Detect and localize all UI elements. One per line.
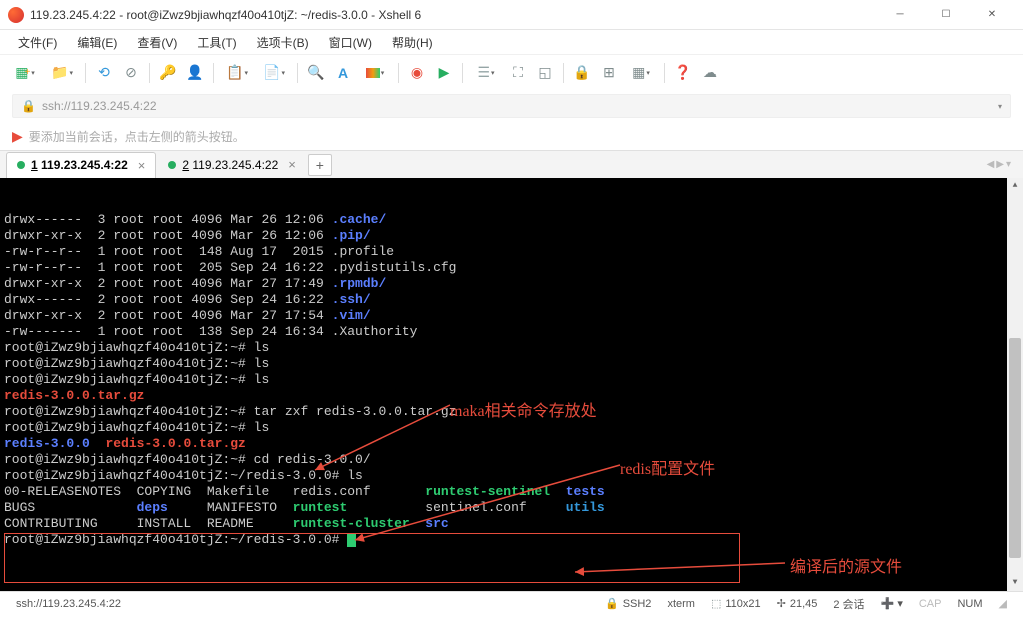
status-address: ssh://119.23.245.4:22 — [8, 598, 129, 610]
status-dot-icon — [17, 161, 25, 169]
terminal-line: drwx------ 3 root root 4096 Mar 26 12:06… — [4, 212, 1019, 228]
tab-2[interactable]: 2 119.23.245.4:22 × — [158, 152, 305, 178]
menu-window[interactable]: 窗口(W) — [321, 32, 380, 53]
terminal-line: -rw------- 1 root root 138 Sep 24 16:34 … — [4, 324, 1019, 340]
hintbar: ▶ 要添加当前会话，点击左侧的箭头按钮。 — [0, 122, 1023, 150]
tab-1[interactable]: 1 119.23.245.4:22 × — [6, 152, 156, 178]
window-title: 119.23.245.4:22 - root@iZwz9bjiawhqzf40o… — [30, 8, 877, 22]
cloud-button[interactable]: ☁ — [698, 61, 722, 85]
terminal-line: drwxr-xr-x 2 root root 4096 Mar 27 17:49… — [4, 276, 1019, 292]
script-button[interactable]: ☰▾ — [469, 61, 503, 85]
menu-tab[interactable]: 选项卡(B) — [249, 32, 317, 53]
open-button[interactable]: 📁▾ — [45, 61, 79, 85]
tab-close-icon[interactable]: × — [288, 157, 296, 172]
menu-view[interactable]: 查看(V) — [129, 32, 185, 53]
layout-button[interactable]: ▦▾ — [624, 61, 658, 85]
addressbar: 🔒 ssh://119.23.245.4:22 ▾ — [0, 90, 1023, 122]
copy-button[interactable]: 📋▾ — [220, 61, 254, 85]
close-button[interactable]: ✕ — [969, 0, 1015, 30]
status-ssh: 🔒SSH2 — [597, 597, 659, 610]
maximize-button[interactable]: ☐ — [923, 0, 969, 30]
tab-prev-icon[interactable]: ◀ — [987, 159, 995, 170]
profile-button[interactable]: 👤 — [183, 61, 207, 85]
terminal-line: root@iZwz9bjiawhqzf40o410tjZ:~# ls — [4, 356, 1019, 372]
terminal-line: root@iZwz9bjiawhqzf40o410tjZ:~# cd redis… — [4, 452, 1019, 468]
address-input[interactable]: 🔒 ssh://119.23.245.4:22 ▾ — [12, 94, 1011, 118]
find-button[interactable]: 🔍 — [304, 61, 328, 85]
tab-menu-icon[interactable]: ▾ — [1006, 159, 1011, 170]
terminal-line: -rw-r--r-- 1 root root 148 Aug 17 2015 .… — [4, 244, 1019, 260]
tile-button[interactable]: ⊞ — [597, 61, 621, 85]
status-dot-icon — [168, 161, 176, 169]
status-sync-icon[interactable]: ➕ ▾ — [873, 597, 911, 610]
flag-icon: ▶ — [12, 128, 23, 145]
statusbar: ssh://119.23.245.4:22 🔒SSH2 xterm ⬚ 110x… — [0, 591, 1023, 615]
cursor — [347, 533, 356, 547]
paste-button[interactable]: 📄▾ — [257, 61, 291, 85]
hint-text: 要添加当前会话，点击左侧的箭头按钮。 — [29, 128, 245, 145]
disconnect-button[interactable]: ⊘ — [119, 61, 143, 85]
scroll-down-icon[interactable]: ▼ — [1007, 575, 1023, 591]
terminal-line: root@iZwz9bjiawhqzf40o410tjZ:~# ls — [4, 372, 1019, 388]
app-icon — [8, 7, 24, 23]
minimize-button[interactable]: ─ — [877, 0, 923, 30]
font-button[interactable]: A — [331, 61, 355, 85]
terminal-line: BUGS deps MANIFESTO runtest sentinel.con… — [4, 500, 1019, 516]
fullscreen-button[interactable]: ⛶ — [506, 61, 530, 85]
tab-label: 2 119.23.245.4:22 — [182, 158, 278, 172]
reconnect-button[interactable]: ⟲ — [92, 61, 116, 85]
terminal-line: CONTRIBUTING INSTALL README runtest-clus… — [4, 516, 1019, 532]
help-button[interactable]: ❓ — [671, 61, 695, 85]
terminal-line: 00-RELEASENOTES COPYING Makefile redis.c… — [4, 484, 1019, 500]
terminal-line: redis-3.0.0 redis-3.0.0.tar.gz — [4, 436, 1019, 452]
lock-button[interactable]: 🔒 — [570, 61, 594, 85]
transparent-button[interactable]: ◱ — [533, 61, 557, 85]
terminal-line: redis-3.0.0.tar.gz — [4, 388, 1019, 404]
address-dropdown-icon[interactable]: ▾ — [998, 102, 1002, 111]
tabbar: 1 119.23.245.4:22 × 2 119.23.245.4:22 × … — [0, 150, 1023, 178]
record-button[interactable]: ◉ — [405, 61, 429, 85]
colors-button[interactable]: ▾ — [358, 61, 392, 85]
terminal-line: root@iZwz9bjiawhqzf40o410tjZ:~# tar zxf … — [4, 404, 1019, 420]
titlebar: 119.23.245.4:22 - root@iZwz9bjiawhqzf40o… — [0, 0, 1023, 30]
lock-icon: 🔒 — [21, 99, 36, 113]
status-term: xterm — [659, 598, 703, 610]
menubar: 文件(F) 编辑(E) 查看(V) 工具(T) 选项卡(B) 窗口(W) 帮助(… — [0, 30, 1023, 54]
terminal-line: drwxr-xr-x 2 root root 4096 Mar 27 17:54… — [4, 308, 1019, 324]
status-size: ⬚ 110x21 — [703, 597, 769, 610]
menu-file[interactable]: 文件(F) — [10, 32, 65, 53]
menu-help[interactable]: 帮助(H) — [384, 32, 441, 53]
scroll-up-icon[interactable]: ▲ — [1007, 178, 1023, 194]
key-button[interactable]: 🔑 — [156, 61, 180, 85]
terminal-line: -rw-r--r-- 1 root root 205 Sep 24 16:22 … — [4, 260, 1019, 276]
terminal-line: drwx------ 2 root root 4096 Sep 24 16:22… — [4, 292, 1019, 308]
address-text: ssh://119.23.245.4:22 — [42, 99, 157, 113]
play-button[interactable]: ▶ — [432, 61, 456, 85]
menu-edit[interactable]: 编辑(E) — [69, 32, 125, 53]
add-tab-button[interactable]: + — [308, 154, 332, 176]
menu-tools[interactable]: 工具(T) — [189, 32, 244, 53]
status-sessions: 2 会话 — [825, 596, 872, 612]
status-cap: CAP — [911, 598, 950, 610]
terminal-line: root@iZwz9bjiawhqzf40o410tjZ:~/redis-3.0… — [4, 468, 1019, 484]
tab-next-icon[interactable]: ▶ — [996, 159, 1004, 170]
status-pos: ✢ 21,45 — [769, 597, 826, 610]
tab-label: 1 119.23.245.4:22 — [31, 158, 128, 172]
status-resize-icon[interactable]: ◢ — [991, 597, 1015, 610]
terminal-line: root@iZwz9bjiawhqzf40o410tjZ:~# ls — [4, 420, 1019, 436]
scroll-thumb[interactable] — [1009, 338, 1021, 558]
new-session-button[interactable]: ▦+▾ — [8, 61, 42, 85]
toolbar: ▦+▾ 📁▾ ⟲ ⊘ 🔑 👤 📋▾ 📄▾ 🔍 A ▾ ◉ ▶ ☰▾ ⛶ ◱ 🔒 … — [0, 54, 1023, 90]
terminal-line: root@iZwz9bjiawhqzf40o410tjZ:~/redis-3.0… — [4, 532, 1019, 548]
scrollbar[interactable]: ▲ ▼ — [1007, 178, 1023, 591]
tab-close-icon[interactable]: × — [138, 158, 146, 173]
status-num: NUM — [949, 598, 990, 610]
terminal-line: root@iZwz9bjiawhqzf40o410tjZ:~# ls — [4, 340, 1019, 356]
terminal[interactable]: drwx------ 3 root root 4096 Mar 26 12:06… — [0, 178, 1023, 591]
terminal-line: drwxr-xr-x 2 root root 4096 Mar 26 12:06… — [4, 228, 1019, 244]
